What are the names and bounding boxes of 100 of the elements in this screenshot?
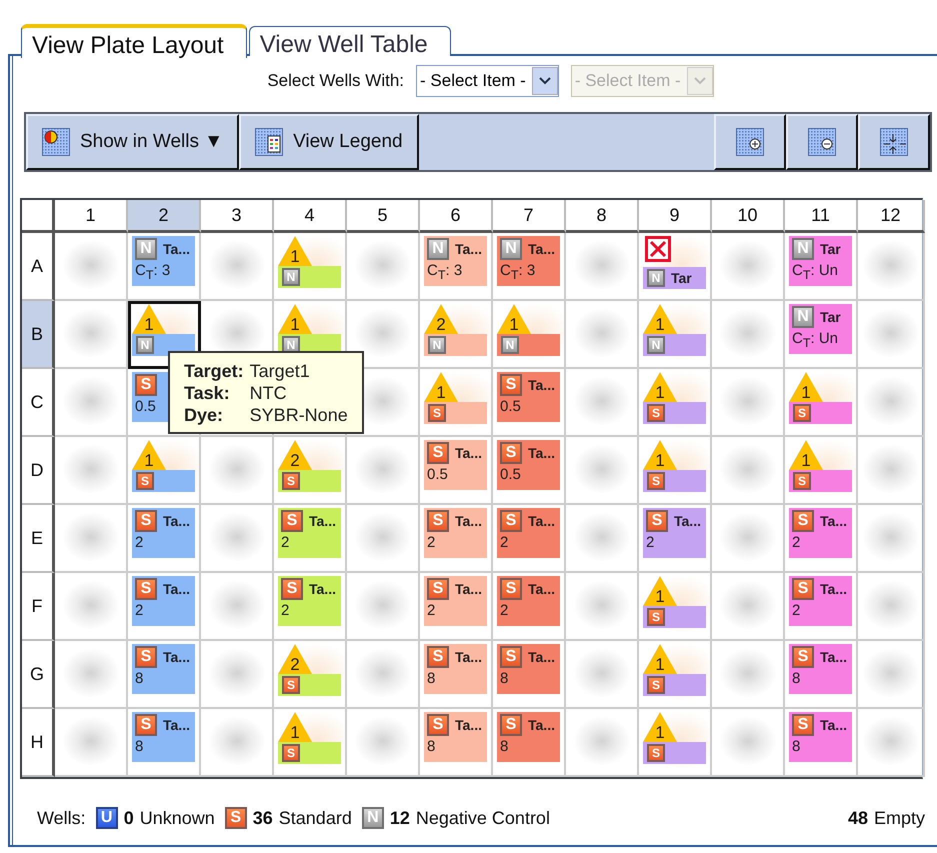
column-header[interactable]: 12: [858, 200, 925, 233]
well-sample[interactable]: N Ta... C$_{T}$: 3: [424, 236, 487, 286]
zoom-out-button[interactable]: [786, 114, 858, 170]
column-header[interactable]: 3: [201, 200, 274, 233]
fit-button[interactable]: [858, 114, 930, 170]
warning-badge: 2: [278, 440, 312, 470]
well-sample[interactable]: N Tar C$_{T}$: Un: [789, 236, 852, 286]
target-label: Ta...: [309, 513, 336, 529]
grid-corner: [22, 200, 55, 233]
well-sample[interactable]: S Ta... 2: [278, 508, 341, 558]
task-badge: S: [282, 472, 300, 490]
column-header[interactable]: 6: [420, 200, 493, 233]
task-badge: N: [135, 238, 157, 260]
task-badge: N: [647, 269, 665, 287]
view-legend-button[interactable]: View Legend: [239, 114, 419, 170]
target-label: Ta...: [528, 717, 555, 733]
well-sample[interactable]: S Ta... 8: [132, 712, 195, 762]
well-sample[interactable]: S Ta... 0.5: [424, 440, 487, 490]
well-value: 2: [135, 602, 144, 619]
well-value: 8: [792, 670, 802, 687]
well-sample[interactable]: S Ta... 8: [424, 712, 487, 762]
row-header[interactable]: F: [22, 573, 55, 641]
target-label: Ta...: [163, 241, 190, 257]
warning-badge: 1: [643, 304, 677, 334]
well-sample[interactable]: S Ta... 2: [132, 508, 195, 558]
well-sample[interactable]: S Ta... 8: [789, 644, 852, 694]
task-badge: S: [792, 714, 814, 736]
well-sample[interactable]: S Ta... 2: [132, 576, 195, 626]
target-label: Ta...: [163, 581, 190, 597]
task-badge: N: [501, 336, 519, 354]
well-sample[interactable]: S Ta... 2: [424, 576, 487, 626]
well-sample[interactable]: S Ta... 0.5: [497, 372, 560, 422]
column-header[interactable]: 7: [493, 200, 566, 233]
well-sample[interactable]: S Ta... 8: [132, 644, 195, 694]
well-sample[interactable]: S Ta... 8: [497, 712, 560, 762]
well-sample[interactable]: S Ta... 2: [278, 576, 341, 626]
select-dropdown[interactable]: - Select Item -: [416, 65, 559, 97]
column-header[interactable]: 8: [566, 200, 639, 233]
column-header[interactable]: 5: [347, 200, 420, 233]
well-sample[interactable]: S Ta... 8: [789, 712, 852, 762]
row-header[interactable]: H: [22, 709, 55, 777]
task-badge: S: [427, 510, 449, 532]
row-header[interactable]: B: [22, 301, 55, 369]
well-sample[interactable]: S Ta... 2: [424, 508, 487, 558]
well-sample[interactable]: S Ta... 2: [789, 576, 852, 626]
row-header[interactable]: E: [22, 505, 55, 573]
select-label: Select Wells With:: [267, 71, 404, 91]
task-badge: S: [135, 714, 157, 736]
well-value: C$_{T}$: Un: [792, 262, 839, 282]
well-sample[interactable]: S Ta... 2: [497, 576, 560, 626]
row-header[interactable]: C: [22, 369, 55, 437]
warning-badge: 1: [278, 712, 312, 742]
column-header[interactable]: 9: [639, 200, 712, 233]
task-badge: S: [793, 472, 811, 490]
well-sample[interactable]: N Ta... C$_{T}$: 3: [132, 236, 195, 286]
task-badge: N: [647, 336, 665, 354]
zoom-in-button[interactable]: [714, 114, 786, 170]
well-value: 2: [500, 534, 510, 551]
well-sample[interactable]: S Ta... 8: [497, 644, 560, 694]
legend-text: Negative Control: [416, 808, 550, 828]
well-value: C$_{T}$: 3: [135, 262, 172, 282]
task-badge: S: [135, 510, 157, 532]
column-header[interactable]: 11: [785, 200, 858, 233]
task-badge: S: [427, 578, 449, 600]
tab[interactable]: View Plate Layout: [21, 24, 247, 58]
warning-badge: 1: [643, 440, 677, 470]
task-badge: S: [427, 442, 449, 464]
well-sample[interactable]: S Ta... 2: [789, 508, 852, 558]
well-sample[interactable]: S Ta... 0.5: [497, 440, 560, 490]
task-badge: S: [646, 510, 668, 532]
warning-badge: 1: [497, 304, 531, 334]
target-label: Tar: [820, 241, 841, 257]
warning-badge: 2: [424, 304, 458, 334]
task-badge: S: [647, 404, 665, 422]
row-header[interactable]: G: [22, 641, 55, 709]
task-badge: S: [135, 646, 157, 668]
well-sample[interactable]: S Ta... 2: [497, 508, 560, 558]
warning-badge: 1: [278, 304, 312, 334]
legend-count: 0: [124, 808, 134, 828]
column-header[interactable]: 10: [712, 200, 785, 233]
row-header[interactable]: D: [22, 437, 55, 505]
target-label: Ta...: [528, 377, 555, 393]
well-sample[interactable]: S Ta... 8: [424, 644, 487, 694]
column-header[interactable]: 2: [128, 200, 201, 233]
show-in-wells-button[interactable]: Show in Wells ▼: [26, 114, 240, 170]
well-value: 2: [500, 602, 510, 619]
well-value: 0.5: [427, 466, 449, 483]
target-label: Ta...: [455, 445, 482, 461]
column-header[interactable]: 4: [274, 200, 347, 233]
task-badge: S: [282, 744, 300, 762]
target-label: Ta...: [674, 513, 701, 529]
well-sample[interactable]: N Ta... C$_{T}$: 3: [497, 236, 560, 286]
task-badge: N: [136, 336, 154, 354]
well-value: 2: [427, 534, 436, 551]
well-strip[interactable]: N Tar: [643, 267, 706, 289]
task-badge: U: [96, 807, 118, 829]
well-sample[interactable]: S Ta... 2: [643, 508, 706, 558]
well-value: 2: [792, 534, 802, 551]
tab[interactable]: View Well Table: [248, 26, 451, 56]
well-sample[interactable]: N Tar C$_{T}$: Un: [789, 304, 852, 354]
